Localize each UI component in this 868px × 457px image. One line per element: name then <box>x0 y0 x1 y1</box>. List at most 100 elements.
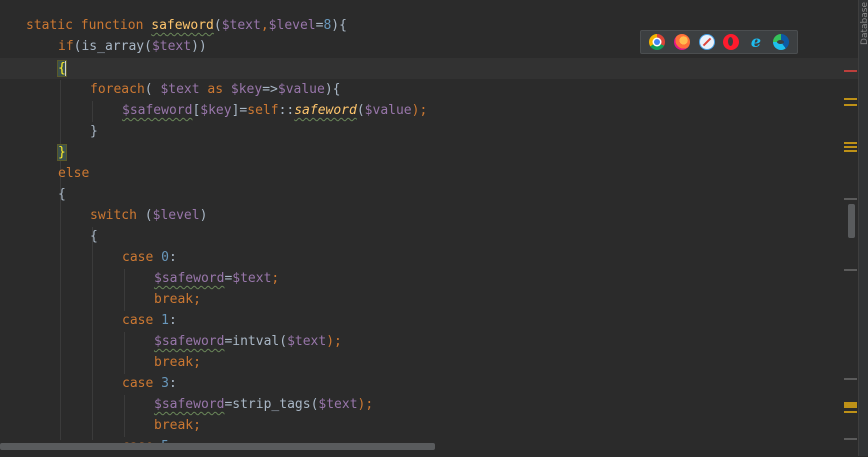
keyword-break: break <box>154 355 194 370</box>
chrome-icon[interactable] <box>649 34 666 50</box>
code-line-7: } <box>57 142 67 163</box>
keyword-self: self <box>247 103 279 118</box>
var-text: $text <box>287 334 327 349</box>
firefox-icon[interactable] <box>673 34 690 50</box>
horizontal-scrollbar-thumb[interactable] <box>0 443 435 450</box>
keyword-case: case <box>122 376 154 391</box>
code-line-12: case 0: <box>122 247 177 268</box>
info-marker[interactable] <box>844 438 857 440</box>
indent-guide <box>124 269 125 311</box>
indent-guide <box>60 80 61 440</box>
keyword-function: function <box>80 18 144 33</box>
keyword-break: break <box>154 292 194 307</box>
browser-preview-toolbar: e <box>640 30 798 54</box>
var-text: $text <box>160 82 200 97</box>
keyword-as: as <box>199 82 231 97</box>
var-safeword: $safeword <box>154 397 225 412</box>
keyword-static: static <box>26 18 73 33</box>
code-line-13: $safeword=$text; <box>154 268 279 289</box>
punct: : <box>168 376 177 391</box>
punct: , <box>260 18 269 33</box>
punct: )) <box>191 39 207 54</box>
var-value: $value <box>277 82 325 97</box>
punct: ( <box>356 103 365 118</box>
punct: => <box>262 82 278 97</box>
param-level: $level <box>268 18 316 33</box>
warning-marker[interactable] <box>844 104 857 106</box>
code-line-17: break; <box>154 352 201 373</box>
var-text: $text <box>318 397 358 412</box>
code-line-19: $safeword=strip_tags($text); <box>154 394 373 415</box>
internet-explorer-icon[interactable]: e <box>748 34 764 50</box>
punct: ) <box>199 208 208 223</box>
punct: ); <box>326 334 342 349</box>
keyword-foreach: foreach <box>90 82 145 97</box>
case-value: 1 <box>161 313 169 328</box>
info-marker[interactable] <box>844 378 857 380</box>
keyword-switch: switch <box>90 208 137 223</box>
function-name: safeword <box>151 18 214 33</box>
current-line-highlight <box>0 58 858 79</box>
code-line-5: $safeword[$key]=self::safeword($value); <box>122 100 427 121</box>
var-key: $key <box>200 103 232 118</box>
code-line-8: else <box>58 163 89 184</box>
code-line-3: { <box>57 58 67 79</box>
punct: ){ <box>324 82 341 97</box>
code-line-10: switch ($level) <box>90 205 207 226</box>
vertical-scrollbar-thumb[interactable] <box>848 204 855 238</box>
param-text: $text <box>221 18 261 33</box>
call-strip-tags: strip_tags <box>232 397 311 412</box>
punct: ); <box>357 397 374 412</box>
call-intval: intval <box>232 334 280 349</box>
var-text: $text <box>151 39 192 54</box>
punct: ){ <box>331 18 347 33</box>
horizontal-scrollbar[interactable] <box>0 441 858 456</box>
warning-marker[interactable] <box>844 402 857 408</box>
var-safeword: $safeword <box>154 271 225 286</box>
code-line-14: break; <box>154 289 201 310</box>
punct: : <box>168 313 177 328</box>
var-text: $text <box>232 271 272 286</box>
info-marker[interactable] <box>844 198 857 200</box>
opera-icon[interactable] <box>723 34 740 50</box>
code-line-18: case 3: <box>122 373 177 394</box>
punct: ); <box>411 103 428 118</box>
warning-marker[interactable] <box>844 142 857 144</box>
warning-marker[interactable] <box>844 146 857 148</box>
punct: : <box>168 250 177 265</box>
indent-guide <box>92 101 93 122</box>
call-is-array: is_array <box>81 39 145 54</box>
edge-icon[interactable] <box>772 34 789 50</box>
info-marker[interactable] <box>844 269 857 271</box>
punct: ( <box>279 334 288 349</box>
code-line-2: if(is_array($text)) <box>58 36 207 57</box>
code-line-11: { <box>90 226 98 247</box>
punct: ; <box>193 418 201 433</box>
punct: ]= <box>231 103 248 118</box>
case-value: 3 <box>161 376 169 391</box>
punct: ; <box>193 355 201 370</box>
warning-marker[interactable] <box>844 150 857 152</box>
keyword-break: break <box>154 418 194 433</box>
code-line-9: { <box>58 184 66 205</box>
warning-marker[interactable] <box>844 411 857 413</box>
code-line-20: break; <box>154 415 201 436</box>
punct: ( <box>136 208 153 223</box>
punct: ; <box>193 292 201 307</box>
var-key: $key <box>230 82 263 97</box>
code-line-6: } <box>90 121 98 142</box>
case-value: 0 <box>161 250 169 265</box>
right-tool-strip <box>858 0 868 456</box>
error-marker[interactable] <box>844 70 857 72</box>
code-line-4: foreach( $text as $key=>$value){ <box>90 79 341 100</box>
matched-brace-close: } <box>57 144 67 161</box>
punct: :: <box>278 103 295 118</box>
safari-icon[interactable] <box>698 34 715 50</box>
warning-marker[interactable] <box>844 98 857 100</box>
var-safeword: $safeword <box>154 334 225 349</box>
brace-open: { <box>58 187 66 202</box>
indent-guide <box>124 395 125 437</box>
code-editor[interactable]: static function safeword($text,$level=8)… <box>0 0 858 456</box>
database-tool-tab[interactable]: Database <box>860 2 868 45</box>
punct: ( <box>144 82 161 97</box>
